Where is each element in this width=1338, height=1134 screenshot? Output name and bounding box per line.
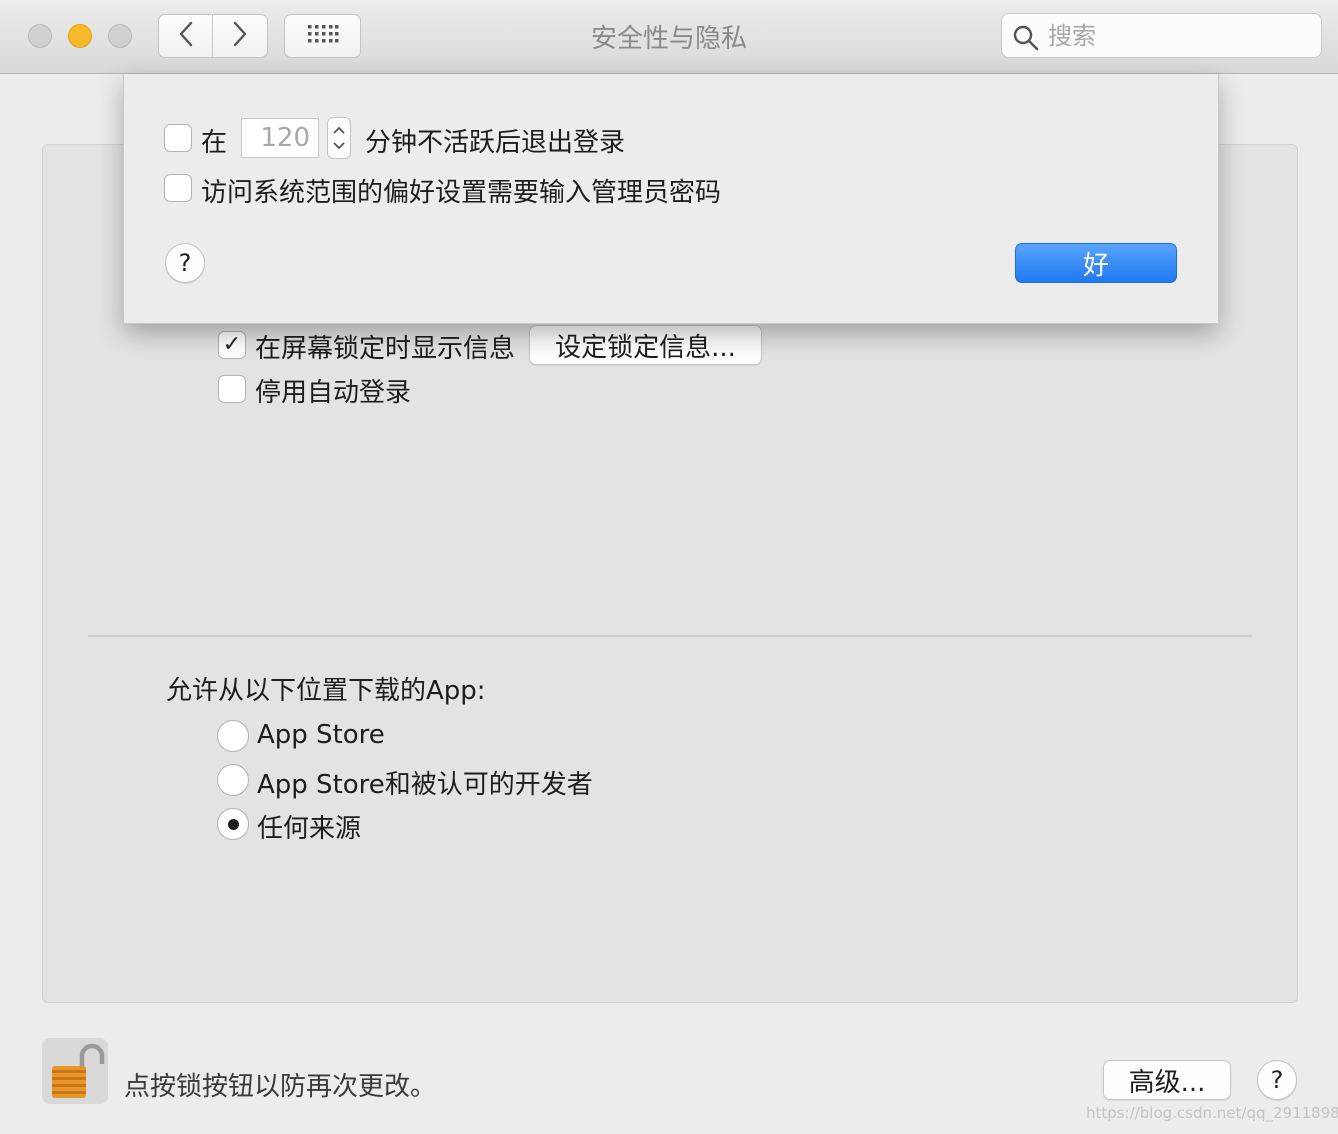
radio-app-store-identified-label: App Store和被认可的开发者 [257, 770, 593, 800]
checkmark-icon: ✓ [222, 332, 242, 357]
logout-minutes-stepper[interactable] [327, 117, 351, 159]
help-button[interactable]: ? [1257, 1060, 1297, 1100]
search-field[interactable] [1001, 13, 1322, 58]
logout-suffix-label: 分钟不活跃后退出登录 [365, 128, 626, 158]
forward-button[interactable] [213, 14, 268, 58]
show-message-label: 在屏幕锁定时显示信息 [255, 334, 516, 364]
chevron-right-icon [232, 21, 248, 51]
show-all-button[interactable] [284, 14, 361, 58]
advanced-sheet: 在 分钟不活跃后退出登录 访问系统范围的偏好设置需要输入管理员密码 ? [123, 74, 1219, 324]
radio-app-store-identified[interactable] [217, 764, 249, 796]
admin-password-label: 访问系统范围的偏好设置需要输入管理员密码 [201, 178, 722, 208]
admin-password-checkbox[interactable] [164, 174, 192, 202]
set-lock-message-button[interactable]: 设定锁定信息... [529, 325, 762, 365]
radio-app-store[interactable] [217, 720, 249, 752]
radio-app-store-label: App Store [257, 720, 385, 750]
minimize-window-button[interactable] [68, 24, 92, 48]
close-window-button[interactable] [28, 24, 52, 48]
radio-anywhere-label: 任何来源 [257, 814, 362, 844]
advanced-button[interactable]: 高级... [1103, 1060, 1231, 1100]
zoom-window-button[interactable] [108, 24, 132, 48]
stepper-arrows-icon [328, 126, 350, 162]
downloads-heading: 允许从以下位置下载的App: [166, 676, 486, 706]
radio-anywhere[interactable] [217, 808, 249, 840]
search-input[interactable] [1046, 20, 1310, 52]
watermark-text: https://blog.csdn.net/qq_29118981 [1086, 1104, 1338, 1122]
logout-minutes-field[interactable]: 120 [241, 118, 319, 158]
sheet-help-button[interactable]: ? [165, 243, 205, 283]
grid-icon [307, 24, 339, 48]
logout-checkbox[interactable] [164, 124, 192, 152]
section-divider [88, 635, 1252, 637]
logout-prefix-label: 在 [201, 128, 228, 158]
lock-button[interactable] [42, 1038, 108, 1104]
disable-autologin-label: 停用自动登录 [255, 378, 412, 408]
show-message-checkbox[interactable]: ✓ [218, 331, 246, 359]
ok-button[interactable]: 好 [1015, 243, 1177, 283]
back-button[interactable] [158, 14, 213, 58]
padlock-open-icon [42, 1043, 108, 1108]
disable-autologin-checkbox[interactable] [218, 375, 246, 403]
title-bar: 安全性与隐私 [0, 0, 1338, 74]
radio-selected-dot [227, 818, 239, 830]
chevron-left-icon [178, 21, 194, 51]
lock-hint-text: 点按锁按钮以防再次更改。 [124, 1072, 437, 1102]
